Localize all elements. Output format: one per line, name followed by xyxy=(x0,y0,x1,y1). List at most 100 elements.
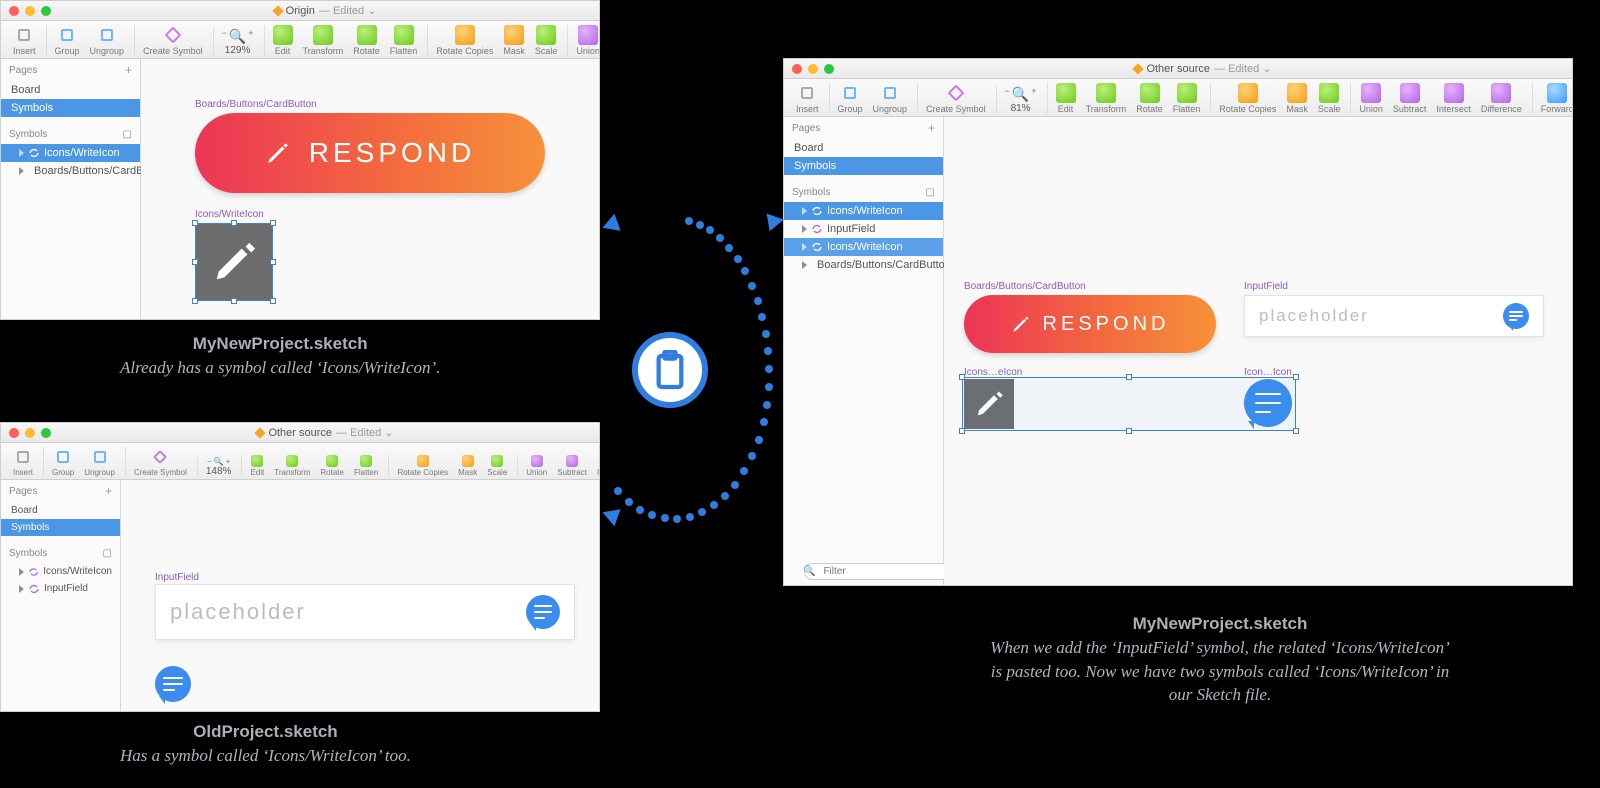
artboard-label[interactable]: InputField xyxy=(1244,281,1288,292)
rotate-button[interactable]: Rotate xyxy=(349,25,384,56)
create-symbol-button[interactable]: Create Symbol xyxy=(125,447,191,477)
artboard-label[interactable]: Boards/Buttons/CardButton xyxy=(964,281,1086,292)
create-symbol-button[interactable]: Create Symbol xyxy=(917,83,990,114)
subtract-button[interactable]: Subtract xyxy=(1389,83,1431,114)
page-item-board[interactable]: Board xyxy=(1,81,140,99)
scale-button[interactable]: Scale xyxy=(483,455,511,477)
mask-button[interactable]: Mask xyxy=(499,25,529,56)
symbol-item[interactable]: Icons/WriteIcon xyxy=(1,563,120,580)
add-page-icon[interactable]: + xyxy=(928,121,935,135)
group-button[interactable]: Group xyxy=(46,25,84,56)
pencil-icon xyxy=(1011,314,1031,334)
union-button[interactable]: Union xyxy=(1350,83,1387,114)
symbol-item[interactable]: InputField xyxy=(1,580,120,597)
canvas[interactable]: Boards/Buttons/CardButton RESPOND InputF… xyxy=(944,117,1572,585)
writeicon-artboard[interactable] xyxy=(195,223,273,301)
ungroup-button[interactable]: Ungroup xyxy=(869,83,912,114)
intersect-button[interactable]: Intersect xyxy=(1432,83,1475,114)
create-symbol-button[interactable]: Create Symbol xyxy=(134,25,207,56)
insert-button[interactable]: Insert xyxy=(9,447,37,477)
mask-button[interactable]: Mask xyxy=(1282,83,1312,114)
minimize-icon[interactable] xyxy=(25,6,35,16)
respond-button-artboard[interactable]: RESPOND xyxy=(195,113,545,193)
filter-input[interactable] xyxy=(804,563,962,580)
union-button[interactable]: Union xyxy=(567,25,599,56)
insert-button[interactable]: Insert xyxy=(792,83,823,114)
minimize-icon[interactable] xyxy=(808,64,818,74)
insert-button[interactable]: Insert xyxy=(9,25,40,56)
mask-button[interactable]: Mask xyxy=(454,455,481,477)
rotate-button[interactable]: Rotate xyxy=(316,455,348,477)
layers-sidebar: Pages+ Board Symbols Symbols▢ Icons/Writ… xyxy=(1,480,121,711)
flatten-button[interactable]: Flatten xyxy=(350,455,382,477)
zoom-control[interactable]: −🔍+148% xyxy=(197,457,236,477)
zoom-icon[interactable] xyxy=(41,428,51,438)
ungroup-button[interactable]: Ungroup xyxy=(86,25,129,56)
rotate-button[interactable]: Rotate xyxy=(1132,83,1167,114)
titlebar[interactable]: Other source — Edited ⌄ xyxy=(784,59,1572,79)
panel-toggle-icon[interactable]: ▢ xyxy=(123,129,132,140)
intersect-button[interactable]: Intersect xyxy=(593,455,599,477)
titlebar[interactable]: Origin — Edited ⌄ xyxy=(1,1,599,21)
zoom-control[interactable]: −🔍+129% xyxy=(213,28,258,56)
close-icon[interactable] xyxy=(9,428,19,438)
difference-button[interactable]: Difference xyxy=(1477,83,1526,114)
transform-button[interactable]: Transform xyxy=(299,25,348,56)
traffic-lights[interactable] xyxy=(9,428,51,438)
symbol-item[interactable]: Boards/Buttons/CardButton xyxy=(1,162,140,180)
artboard-label[interactable]: Boards/Buttons/CardButton xyxy=(195,99,317,110)
close-icon[interactable] xyxy=(9,6,19,16)
add-page-icon[interactable]: + xyxy=(125,63,132,77)
respond-button-artboard[interactable]: RESPOND xyxy=(964,295,1216,353)
symbol-item[interactable]: Icons/WriteIcon xyxy=(784,238,943,256)
artboard-label[interactable]: InputField xyxy=(155,572,199,583)
zoom-control[interactable]: −🔍+81% xyxy=(996,86,1041,114)
page-item-symbols[interactable]: Symbols xyxy=(784,157,943,175)
rotate-copies-button[interactable]: Rotate Copies xyxy=(427,25,497,56)
symbols-header: Symbols▢ xyxy=(1,125,140,144)
chat-icon-artboard[interactable] xyxy=(155,666,191,702)
edit-button[interactable]: Edit xyxy=(241,455,268,477)
edit-button[interactable]: Edit xyxy=(264,25,297,56)
flatten-button[interactable]: Flatten xyxy=(1169,83,1205,114)
close-icon[interactable] xyxy=(792,64,802,74)
scale-button[interactable]: Scale xyxy=(531,25,562,56)
traffic-lights[interactable] xyxy=(9,6,51,16)
scale-button[interactable]: Scale xyxy=(1314,83,1345,114)
zoom-icon[interactable] xyxy=(824,64,834,74)
clipboard-orb xyxy=(632,332,708,408)
ungroup-button[interactable]: Ungroup xyxy=(80,447,119,477)
symbol-item[interactable]: Icons/WriteIcon xyxy=(784,202,943,220)
edit-button[interactable]: Edit xyxy=(1047,83,1080,114)
zoom-icon[interactable] xyxy=(41,6,51,16)
clipboard-icon xyxy=(653,350,687,390)
minimize-icon[interactable] xyxy=(25,428,35,438)
subtract-button[interactable]: Subtract xyxy=(553,455,591,477)
artboard-label[interactable]: Icons/WriteIcon xyxy=(195,209,264,220)
rotate-copies-button[interactable]: Rotate Copies xyxy=(1210,83,1280,114)
page-item-board[interactable]: Board xyxy=(1,502,120,519)
group-button[interactable]: Group xyxy=(43,447,78,477)
panel-toggle-icon[interactable]: ▢ xyxy=(926,187,935,198)
canvas[interactable]: Boards/Buttons/CardButton RESPOND Icons/… xyxy=(141,59,599,319)
inputfield-artboard[interactable]: placeholder xyxy=(155,584,575,640)
page-item-board[interactable]: Board xyxy=(784,139,943,157)
page-item-symbols[interactable]: Symbols xyxy=(1,519,120,536)
transform-button[interactable]: Transform xyxy=(270,455,314,477)
forward-button[interactable]: Forward xyxy=(1532,83,1572,114)
symbol-item[interactable]: Boards/Buttons/CardButton xyxy=(784,256,943,274)
titlebar[interactable]: Other source — Edited ⌄ xyxy=(1,423,599,443)
group-button[interactable]: Group xyxy=(829,83,867,114)
rotate-copies-button[interactable]: Rotate Copies xyxy=(388,455,452,477)
canvas[interactable]: InputField placeholder xyxy=(121,480,599,711)
transform-button[interactable]: Transform xyxy=(1082,83,1131,114)
page-item-symbols[interactable]: Symbols xyxy=(1,99,140,117)
add-page-icon[interactable]: + xyxy=(105,484,112,498)
inputfield-artboard[interactable]: placeholder xyxy=(1244,295,1544,337)
union-button[interactable]: Union xyxy=(517,455,551,477)
traffic-lights[interactable] xyxy=(792,64,834,74)
flatten-button[interactable]: Flatten xyxy=(386,25,422,56)
panel-toggle-icon[interactable]: ▢ xyxy=(103,548,112,559)
symbol-item[interactable]: InputField xyxy=(784,220,943,238)
symbol-item[interactable]: Icons/WriteIcon xyxy=(1,144,140,162)
